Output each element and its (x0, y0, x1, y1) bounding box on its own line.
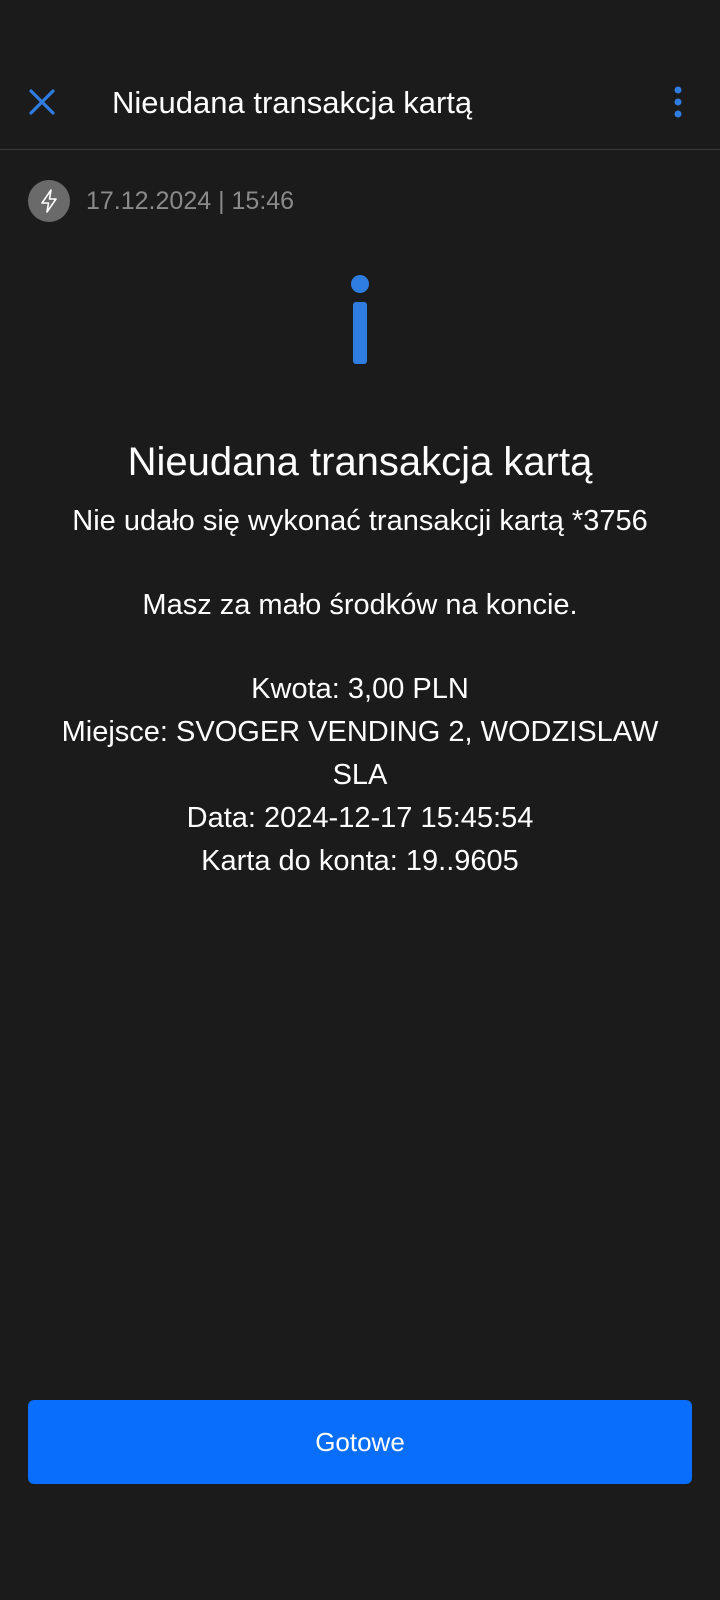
notification-meta: 17.12.2024 | 15:46 (28, 180, 294, 222)
detail-amount: Kwota: 3,00 PLN (251, 673, 469, 705)
close-button[interactable] (18, 78, 66, 126)
notification-type-badge (28, 180, 70, 222)
info-icon (351, 275, 369, 364)
app-header: Nieudana transakcja kartą (0, 0, 720, 150)
close-icon (29, 89, 55, 115)
message-reason: Masz za mało środków na koncie. (142, 589, 578, 621)
notification-datetime: 17.12.2024 | 15:46 (86, 186, 295, 215)
detail-date: Data: 2024-12-17 15:45:54 (186, 802, 534, 834)
message-content: Nieudana transakcja kartą Nie udało się … (40, 436, 680, 883)
done-button[interactable]: Gotowe (28, 1400, 692, 1484)
message-title: Nieudana transakcja kartą (127, 440, 593, 484)
more-vertical-icon (674, 86, 682, 118)
page-title: Nieudana transakcja kartą (112, 85, 473, 120)
detail-card: Karta do konta: 19..9605 (201, 845, 519, 877)
transaction-details: Kwota: 3,00 PLN Miejsce: SVOGER VENDING … (40, 668, 680, 883)
lightning-bolt-icon (41, 189, 57, 213)
more-options-button[interactable] (654, 78, 702, 126)
detail-place: Miejsce: SVOGER VENDING 2, WODZISLAW SLA (61, 716, 659, 791)
message-subtitle: Nie udało się wykonać transakcji kartą *… (72, 505, 648, 537)
